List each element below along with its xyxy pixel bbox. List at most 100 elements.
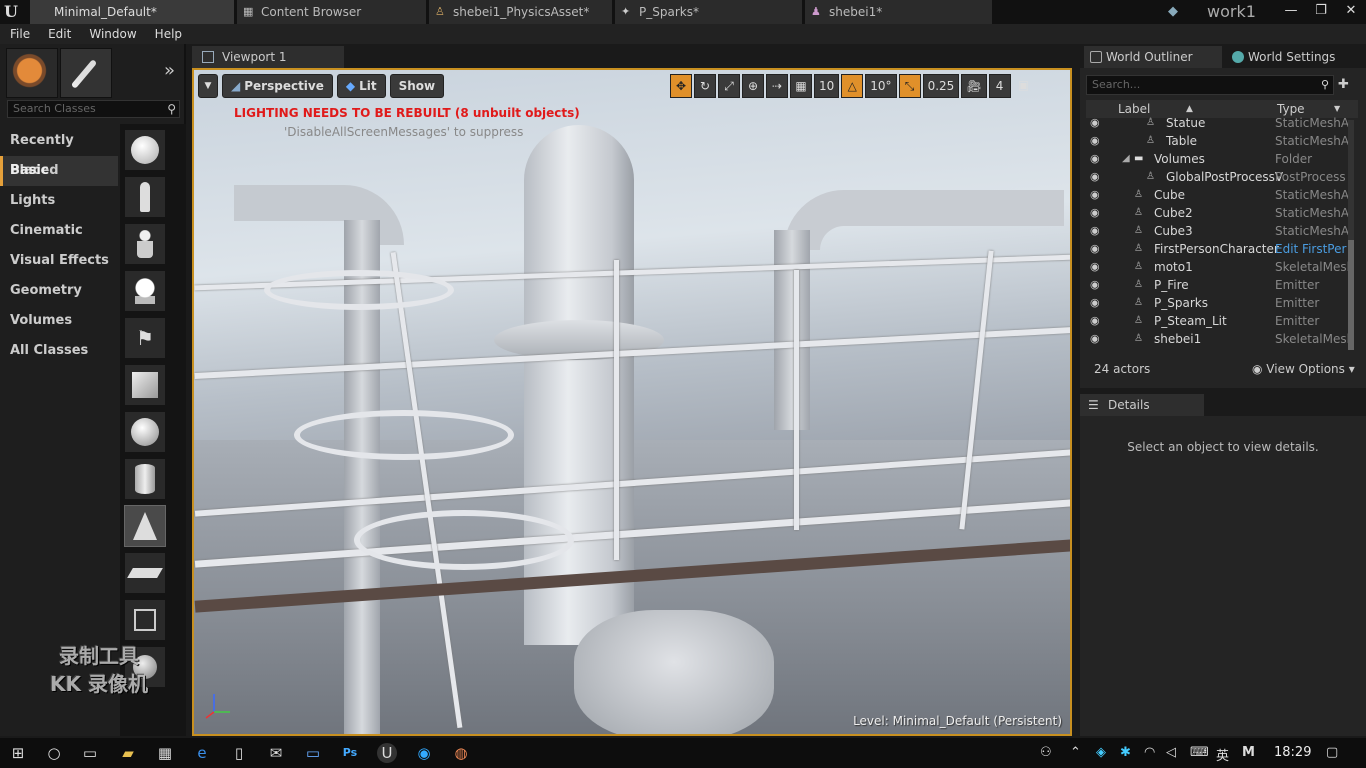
- file-explorer-icon[interactable]: ▰: [118, 743, 138, 763]
- add-actor-icon[interactable]: ✚: [1338, 77, 1349, 92]
- outliner-search-input[interactable]: Search... ⚲: [1086, 75, 1334, 95]
- expand-triangle-icon[interactable]: ◢: [1122, 150, 1130, 168]
- notifications-icon[interactable]: ▢: [1326, 745, 1338, 760]
- visibility-eye-icon[interactable]: ◉: [1090, 276, 1100, 294]
- category-lights[interactable]: Lights: [0, 186, 118, 216]
- rotate-icon[interactable]: ↻: [694, 74, 716, 98]
- edge-browser-icon[interactable]: e: [192, 743, 212, 763]
- outliner-row[interactable]: ◉ ♙ Cube3 StaticMeshA: [1086, 222, 1348, 240]
- cylinder-thumb[interactable]: [125, 459, 165, 499]
- outliner-row[interactable]: ◉ ♙ P_Sparks Emitter: [1086, 294, 1348, 312]
- windows-start-icon[interactable]: ⊞: [8, 743, 28, 763]
- empty-actor-thumb[interactable]: [125, 130, 165, 170]
- menu-window[interactable]: Window: [89, 24, 136, 44]
- outliner-row[interactable]: ◉ ♙ Cube StaticMeshA: [1086, 186, 1348, 204]
- rotation-snap-value[interactable]: 10°: [865, 74, 897, 98]
- sphere-thumb[interactable]: [125, 412, 165, 452]
- visibility-eye-icon[interactable]: ◉: [1090, 312, 1100, 330]
- outliner-scroll-thumb[interactable]: [1348, 240, 1354, 350]
- expand-modes-icon[interactable]: »: [164, 60, 175, 81]
- outliner-row[interactable]: ◉ ♙ P_Fire Emitter: [1086, 276, 1348, 294]
- menu-edit[interactable]: Edit: [48, 24, 71, 44]
- visibility-eye-icon[interactable]: ◉: [1090, 132, 1100, 150]
- outliner-row[interactable]: ◉ ♙ P_Steam_Lit Emitter: [1086, 312, 1348, 330]
- outliner-scrollbar[interactable]: [1348, 120, 1354, 350]
- category-basic[interactable]: Basic: [0, 156, 118, 186]
- wifi-icon[interactable]: ◠: [1144, 745, 1155, 760]
- doc-tab-minimal-default[interactable]: Minimal_Default*: [30, 0, 235, 24]
- people-icon[interactable]: ⚇: [1040, 745, 1052, 760]
- translate-icon[interactable]: ✥: [670, 74, 692, 98]
- visibility-eye-icon[interactable]: ◉: [1090, 330, 1100, 348]
- outliner-row[interactable]: ◉ ♙ Table StaticMeshA: [1086, 132, 1348, 150]
- scale-snap-value[interactable]: 0.25: [922, 74, 960, 98]
- visibility-eye-icon[interactable]: ◉: [1090, 348, 1100, 350]
- outliner-row[interactable]: ◉ ♙ Statue StaticMeshA: [1086, 114, 1348, 132]
- visibility-eye-icon[interactable]: ◉: [1090, 258, 1100, 276]
- perspective-button[interactable]: ◢ Perspective: [222, 74, 333, 98]
- calculator-icon[interactable]: ▦: [155, 743, 175, 763]
- notepad-icon[interactable]: ▯: [229, 743, 249, 763]
- ime-mode-icon[interactable]: M: [1242, 745, 1255, 760]
- rotation-snap-icon[interactable]: △: [841, 74, 864, 98]
- scale-snap-icon[interactable]: ⤡: [898, 74, 921, 98]
- unreal-taskbar-icon[interactable]: U: [377, 743, 397, 763]
- doc-tab-physics-asset[interactable]: ♙ shebei1_PhysicsAsset*: [429, 0, 613, 24]
- search-icon[interactable]: ○: [44, 743, 64, 763]
- window-icon[interactable]: ▭: [303, 743, 323, 763]
- tab-details[interactable]: ☰ Details: [1080, 394, 1204, 416]
- place-mode-button[interactable]: [6, 48, 58, 98]
- search-classes-input[interactable]: Search Classes ⚲: [7, 100, 180, 118]
- category-visual-effects[interactable]: Visual Effects: [0, 246, 118, 276]
- menu-file[interactable]: File: [10, 24, 30, 44]
- category-recently-placed[interactable]: Recently Placed: [0, 126, 118, 178]
- chevron-up-icon[interactable]: ⌃: [1070, 745, 1081, 760]
- surface-snap-icon[interactable]: ⇢: [766, 74, 788, 98]
- volume-icon[interactable]: ◁: [1166, 745, 1176, 760]
- maximize-viewport-icon[interactable]: ▣: [1013, 74, 1035, 98]
- tab-world-settings[interactable]: World Settings: [1226, 46, 1362, 68]
- maximize-button[interactable]: ❐: [1306, 0, 1336, 24]
- outliner-row[interactable]: ◉ ♙ GlobalPostProcessV PostProcess: [1086, 168, 1348, 186]
- show-button[interactable]: Show: [389, 74, 445, 98]
- shield-icon[interactable]: ◈: [1096, 745, 1106, 760]
- recorder-icon[interactable]: ◍: [451, 743, 471, 763]
- visibility-eye-icon[interactable]: ◉: [1090, 294, 1100, 312]
- close-button[interactable]: ✕: [1336, 0, 1366, 24]
- menu-help[interactable]: Help: [155, 24, 182, 44]
- browser-icon[interactable]: ◉: [414, 743, 434, 763]
- input-method-icon[interactable]: ⌨: [1190, 745, 1209, 760]
- viewport-tab[interactable]: Viewport 1: [192, 46, 344, 68]
- outliner-row[interactable]: ◉ ♙ FirstPersonCharacter Edit FirstPer: [1086, 240, 1348, 258]
- category-all-classes[interactable]: All Classes: [0, 336, 118, 366]
- outliner-row[interactable]: ◉ ♙ Cube2 StaticMeshA: [1086, 204, 1348, 222]
- category-geometry[interactable]: Geometry: [0, 276, 118, 306]
- cone-thumb[interactable]: [124, 505, 166, 547]
- outliner-row[interactable]: ◉ ♙ shebei1 SkeletalMesh: [1086, 330, 1348, 348]
- visibility-eye-icon[interactable]: ◉: [1090, 186, 1100, 204]
- cube-thumb[interactable]: [125, 365, 165, 405]
- plane-thumb[interactable]: [125, 553, 165, 593]
- grid-snap-icon[interactable]: ▦: [790, 74, 812, 98]
- outliner-row[interactable]: ◉ ◢ ▬ Volumes Folder: [1086, 150, 1348, 168]
- empty-character-thumb[interactable]: [125, 177, 165, 217]
- level-viewport[interactable]: ▼ ◢ Perspective ◆ Lit Show ✥ ↻ ⤢ ⊕ ⇢ ▦ 10 …: [192, 68, 1072, 736]
- category-volumes[interactable]: Volumes: [0, 306, 118, 336]
- task-view-icon[interactable]: ▭: [80, 743, 100, 763]
- empty-pawn-thumb[interactable]: [125, 224, 165, 264]
- viewport-options-dropdown[interactable]: ▼: [198, 74, 218, 98]
- doc-tab-p-sparks[interactable]: ✦ P_Sparks*: [615, 0, 803, 24]
- scale-icon[interactable]: ⤢: [718, 74, 740, 98]
- category-cinematic[interactable]: Cinematic: [0, 216, 118, 246]
- box-trigger-thumb[interactable]: [125, 600, 165, 640]
- visibility-eye-icon[interactable]: ◉: [1090, 114, 1100, 132]
- outliner-row[interactable]: ◉ ♙ moto1 SkeletalMesh: [1086, 258, 1348, 276]
- grid-snap-value[interactable]: 10: [814, 74, 840, 98]
- tab-world-outliner[interactable]: World Outliner: [1084, 46, 1222, 68]
- world-space-icon[interactable]: ⊕: [742, 74, 764, 98]
- paint-mode-button[interactable]: [60, 48, 112, 98]
- lit-button[interactable]: ◆ Lit: [336, 74, 386, 98]
- camera-speed-value[interactable]: 4: [988, 74, 1011, 98]
- doc-tab-shebei1[interactable]: ♟ shebei1*: [805, 0, 993, 24]
- visibility-eye-icon[interactable]: ◉: [1090, 150, 1100, 168]
